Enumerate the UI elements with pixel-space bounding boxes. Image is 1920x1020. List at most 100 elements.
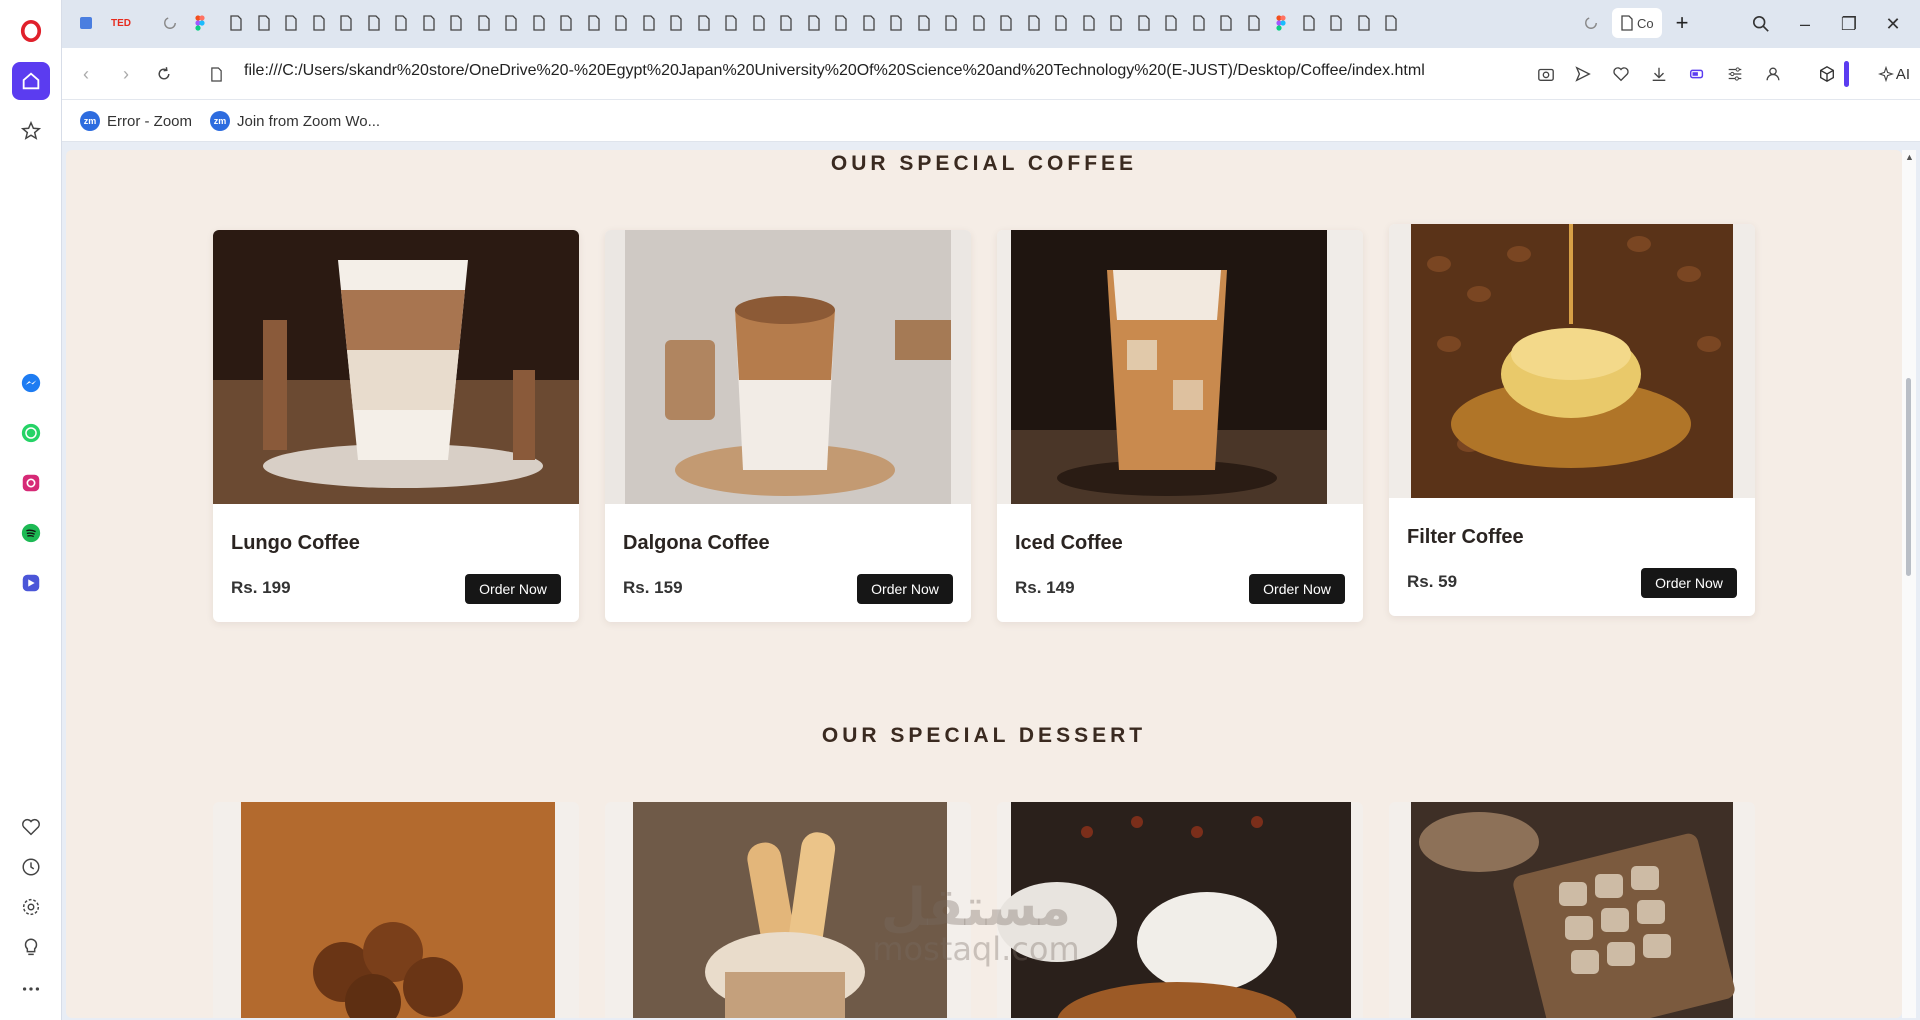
address-toolbar: ‹ › file:///C:/Users/skandr%20store/OneD… [62,48,1920,100]
opera-logo-icon[interactable] [12,12,50,50]
tab-document-icon[interactable] [1377,8,1405,38]
battery-saver-icon[interactable] [1684,61,1710,87]
spotify-icon[interactable] [12,514,50,552]
tab-document-icon[interactable] [222,8,250,38]
profile-icon[interactable] [1760,61,1786,87]
zoom-icon: zm [80,111,100,131]
bookmark-join-zoom[interactable]: zm Join from Zoom Wo... [210,111,380,131]
scroll-thumb[interactable] [1906,378,1911,576]
tab-document-icon[interactable] [635,8,663,38]
snapshot-icon[interactable] [1533,61,1559,87]
tab-document-icon[interactable] [497,8,525,38]
history-icon[interactable] [12,848,50,886]
tab-document-icon[interactable] [992,8,1020,38]
tab-document-icon[interactable] [580,8,608,38]
tab-loading-icon[interactable] [1577,8,1605,38]
tab-document-icon[interactable] [827,8,855,38]
page-viewport: OUR SPECIAL COFFEE Lungo Coffee Rs. 199 … [66,150,1902,1018]
tab-document-icon[interactable] [1295,8,1323,38]
tab-document-icon[interactable] [387,8,415,38]
minimize-icon[interactable]: – [1788,10,1822,38]
coffee-card: Filter Coffee Rs. 59 Order Now [1389,224,1755,616]
home-icon[interactable] [12,62,50,100]
order-now-button[interactable]: Order Now [857,574,953,604]
download-icon[interactable] [1646,61,1672,87]
dessert-card-image [1389,802,1755,1018]
tab-document-icon[interactable] [250,8,278,38]
bookmark-error-zoom[interactable]: zm Error - Zoom [80,111,192,131]
order-now-button[interactable]: Order Now [465,574,561,604]
tab-document-icon[interactable] [1322,8,1350,38]
page-scrollbar[interactable]: ▲ [1902,150,1916,1018]
dalgona-coffee-image [605,230,971,504]
more-icon[interactable] [12,970,50,1008]
order-now-button[interactable]: Order Now [1249,574,1345,604]
tab-document-icon[interactable] [1130,8,1158,38]
tab-document-icon[interactable] [552,8,580,38]
tab-document-icon[interactable] [1075,8,1103,38]
tab-document-icon[interactable] [937,8,965,38]
back-icon[interactable]: ‹ [72,60,100,88]
tab-document-icon[interactable] [1102,8,1130,38]
tab-loading-icon[interactable] [156,8,184,38]
scroll-up-arrow-icon[interactable]: ▲ [1905,152,1914,162]
aria-ai-button[interactable]: AI [1872,61,1916,87]
tab-document-icon[interactable] [442,8,470,38]
url-field[interactable]: file:///C:/Users/skandr%20store/OneDrive… [244,62,1425,80]
coffee-name: Filter Coffee [1407,526,1524,548]
tab-document-icon[interactable] [882,8,910,38]
extensions-cube-icon[interactable] [1814,61,1840,87]
tab-document-icon[interactable] [1020,8,1048,38]
tab-figma-icon[interactable] [186,8,214,38]
tab-document-icon[interactable] [662,8,690,38]
lungo-coffee-image [213,230,579,504]
tab-document-icon[interactable] [1212,8,1240,38]
tab-ted[interactable]: TED [104,8,138,38]
tab-document-icon[interactable] [607,8,635,38]
whatsapp-icon[interactable] [12,414,50,452]
tab-document-icon[interactable] [1350,8,1378,38]
settings-icon[interactable] [12,888,50,926]
tab-document-icon[interactable] [690,8,718,38]
restore-icon[interactable]: ❐ [1832,10,1866,38]
tab-document-icon[interactable] [470,8,498,38]
heart-icon[interactable] [12,808,50,846]
dessert-section-title: OUR SPECIAL DESSERT [821,724,1147,747]
tab-document-icon[interactable] [525,8,553,38]
tab-document-icon[interactable] [332,8,360,38]
instagram-icon[interactable] [12,464,50,502]
tab-document-icon[interactable] [910,8,938,38]
active-tab-title: Co [1637,15,1654,31]
easy-setup-icon[interactable] [1722,61,1748,87]
tab-document-icon[interactable] [855,8,883,38]
new-tab-button[interactable]: + [1668,8,1696,38]
forward-icon[interactable]: › [112,60,140,88]
tab-figma-icon[interactable] [1267,8,1295,38]
tab-workspace-icon[interactable] [72,8,100,38]
tab-document-icon[interactable] [800,8,828,38]
tab-document-icon[interactable] [745,8,773,38]
tab-document-icon[interactable] [415,8,443,38]
tab-document-icon[interactable] [1240,8,1268,38]
tab-document-icon[interactable] [1047,8,1075,38]
tab-document-icon[interactable] [965,8,993,38]
order-now-button[interactable]: Order Now [1641,568,1737,598]
send-icon[interactable] [1570,61,1596,87]
tab-document-icon[interactable] [1185,8,1213,38]
messenger-icon[interactable] [12,364,50,402]
heart-icon[interactable] [1608,61,1634,87]
lightbulb-icon[interactable] [12,928,50,966]
tab-search-icon[interactable] [1744,10,1778,38]
tab-document-icon[interactable] [360,8,388,38]
player-icon[interactable] [12,564,50,602]
coffee-card: Iced Coffee Rs. 149 Order Now [997,230,1363,622]
tab-document-icon[interactable] [305,8,333,38]
tab-document-icon[interactable] [277,8,305,38]
tab-document-icon[interactable] [1157,8,1185,38]
close-window-icon[interactable]: ✕ [1876,10,1910,38]
tab-document-icon[interactable] [772,8,800,38]
tab-document-icon[interactable] [717,8,745,38]
reload-icon[interactable] [150,60,178,88]
tab-active-coffee[interactable]: Co [1612,8,1662,38]
star-icon[interactable] [12,112,50,150]
